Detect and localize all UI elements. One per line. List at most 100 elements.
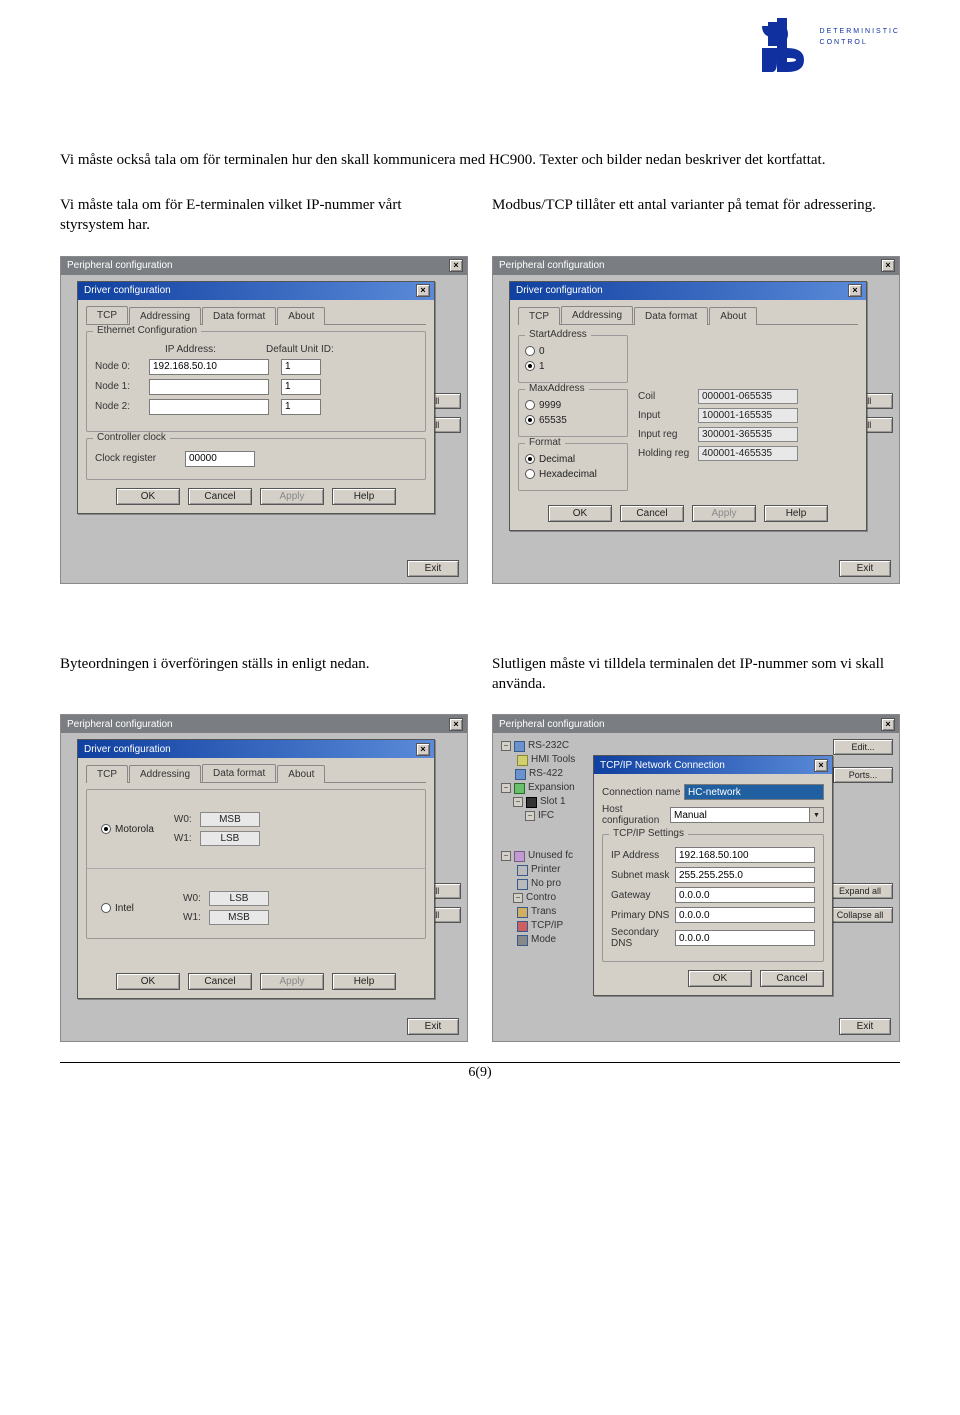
close-icon[interactable]: ×: [814, 759, 828, 772]
tree-tcpip[interactable]: TCP/IP: [531, 919, 563, 933]
close-icon[interactable]: ×: [881, 259, 895, 272]
tab-about[interactable]: About: [277, 307, 325, 325]
close-icon[interactable]: ×: [449, 259, 463, 272]
outer-title: Peripheral configuration: [67, 719, 173, 730]
tab-dataformat[interactable]: Data format: [202, 307, 276, 325]
tree-mode[interactable]: Mode: [531, 933, 556, 947]
tab-addressing[interactable]: Addressing: [129, 765, 201, 783]
help-button[interactable]: Help: [332, 488, 396, 505]
node2-label: Node 2:: [95, 401, 149, 412]
maxaddress-group: MaxAddress: [525, 383, 589, 394]
exit-button[interactable]: Exit: [839, 560, 891, 577]
tree-slot1[interactable]: Slot 1: [540, 795, 566, 809]
tab-addressing[interactable]: Addressing: [129, 307, 201, 325]
exit-button[interactable]: Exit: [839, 1018, 891, 1035]
expand-icon[interactable]: −: [525, 811, 535, 821]
tree-printer[interactable]: Printer: [531, 863, 560, 877]
expand-icon[interactable]: −: [501, 783, 511, 793]
radio-decimal[interactable]: [525, 454, 535, 464]
radio-intel[interactable]: [101, 903, 111, 913]
close-icon[interactable]: ×: [416, 284, 430, 297]
tab-dataformat[interactable]: Data format: [202, 764, 276, 782]
cancel-button[interactable]: Cancel: [620, 505, 684, 522]
radio-hex[interactable]: [525, 469, 535, 479]
radio-motorola[interactable]: [101, 824, 111, 834]
tree-expansion[interactable]: Expansion: [528, 781, 575, 795]
node2-unit-input[interactable]: [281, 399, 321, 415]
col-right-text-1: Modbus/TCP tillåter ett antal varianter …: [492, 195, 900, 236]
tree-ifc[interactable]: IFC: [538, 809, 554, 823]
close-icon[interactable]: ×: [416, 743, 430, 756]
tab-about[interactable]: About: [277, 765, 325, 783]
collapse-all-button[interactable]: Collapse all: [827, 907, 893, 923]
expand-icon[interactable]: −: [501, 741, 511, 751]
tree-unused[interactable]: Unused fc: [528, 849, 573, 863]
close-icon[interactable]: ×: [848, 284, 862, 297]
edit-button[interactable]: Edit...: [833, 739, 893, 755]
radio-max-65535[interactable]: [525, 415, 535, 425]
coil-value: 000001-065535: [698, 389, 798, 404]
node1-unit-input[interactable]: [281, 379, 321, 395]
ok-button[interactable]: OK: [116, 488, 180, 505]
conn-name-input[interactable]: [684, 784, 824, 800]
apply-button[interactable]: Apply: [692, 505, 756, 522]
node2-ip-input[interactable]: [149, 399, 269, 415]
help-button[interactable]: Help: [764, 505, 828, 522]
sdns-input[interactable]: [675, 930, 815, 946]
node1-ip-input[interactable]: [149, 379, 269, 395]
ok-button[interactable]: OK: [116, 973, 180, 990]
close-icon[interactable]: ×: [881, 718, 895, 731]
tree-rs232c[interactable]: RS-232C: [528, 739, 569, 753]
tab-tcp[interactable]: TCP: [518, 307, 560, 325]
radio-max-9999[interactable]: [525, 400, 535, 410]
logo-line2: CONTROL: [820, 37, 900, 48]
cancel-button[interactable]: Cancel: [760, 970, 824, 987]
radio-start-1[interactable]: [525, 361, 535, 371]
tree-contro[interactable]: Contro: [526, 891, 556, 905]
subnet-input[interactable]: [675, 867, 815, 883]
card-icon: [526, 797, 537, 808]
apply-button[interactable]: Apply: [260, 973, 324, 990]
gateway-label: Gateway: [611, 890, 675, 901]
ports-button[interactable]: Ports...: [833, 767, 893, 783]
chevron-down-icon[interactable]: ▼: [810, 807, 824, 823]
screenshot-network: Peripheral configuration × Edit... Ports…: [492, 714, 900, 1042]
radio-start-0[interactable]: [525, 346, 535, 356]
cancel-button[interactable]: Cancel: [188, 973, 252, 990]
tab-tcp[interactable]: TCP: [86, 765, 128, 783]
host-conf-select[interactable]: [670, 807, 810, 823]
tree-trans[interactable]: Trans: [531, 905, 556, 919]
clock-register-label: Clock register: [95, 453, 185, 464]
format-group: Format: [525, 437, 565, 448]
help-button[interactable]: Help: [332, 973, 396, 990]
expand-icon[interactable]: −: [513, 893, 523, 903]
driver-title: Driver configuration: [84, 285, 171, 296]
tab-about[interactable]: About: [709, 307, 757, 325]
cancel-button[interactable]: Cancel: [188, 488, 252, 505]
apply-button[interactable]: Apply: [260, 488, 324, 505]
gateway-input[interactable]: [675, 887, 815, 903]
node0-unit-input[interactable]: [281, 359, 321, 375]
holdingreg-value: 400001-465535: [698, 446, 798, 461]
exit-button[interactable]: Exit: [407, 560, 459, 577]
close-icon[interactable]: ×: [449, 718, 463, 731]
tab-tcp[interactable]: TCP: [86, 306, 128, 324]
tree-hmitools[interactable]: HMI Tools: [531, 753, 575, 767]
nopro-icon: [517, 879, 528, 890]
expand-all-button[interactable]: Expand all: [827, 883, 893, 899]
expand-icon[interactable]: −: [501, 851, 511, 861]
clock-register-input[interactable]: [185, 451, 255, 467]
outer-title: Peripheral configuration: [67, 260, 173, 271]
tree-rs422[interactable]: RS-422: [529, 767, 563, 781]
pdns-input[interactable]: [675, 907, 815, 923]
ok-button[interactable]: OK: [688, 970, 752, 987]
tab-dataformat[interactable]: Data format: [634, 307, 708, 325]
node0-ip-input[interactable]: [149, 359, 269, 375]
tree-nopro[interactable]: No pro: [531, 877, 561, 891]
tab-addressing[interactable]: Addressing: [561, 306, 633, 324]
ip-input[interactable]: [675, 847, 815, 863]
unit-id-label: Default Unit ID:: [266, 344, 334, 355]
ok-button[interactable]: OK: [548, 505, 612, 522]
exit-button[interactable]: Exit: [407, 1018, 459, 1035]
expand-icon[interactable]: −: [513, 797, 523, 807]
